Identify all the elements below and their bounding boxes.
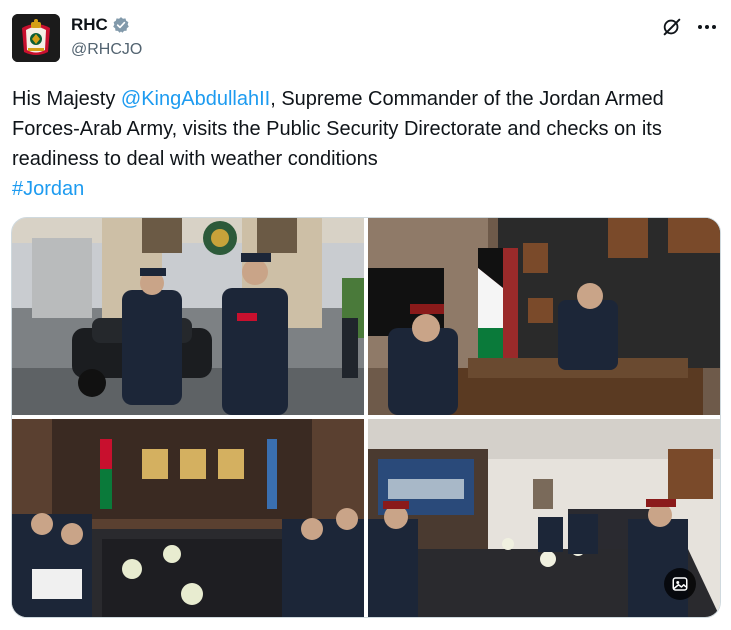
author-handle[interactable]: @RHCJO (71, 41, 142, 59)
image-alt-button[interactable] (664, 568, 696, 600)
display-name[interactable]: RHC (71, 15, 108, 35)
avatar[interactable] (12, 14, 60, 62)
photo-office-meeting[interactable] (368, 218, 720, 415)
royal-coat-of-arms-icon (12, 14, 60, 62)
more-options-icon[interactable] (697, 24, 717, 30)
photo-king-walking-outdoors[interactable] (12, 218, 364, 415)
photo-conference-hall-meeting[interactable] (12, 419, 364, 617)
author-name-row: RHC (71, 15, 130, 35)
media-grid (11, 217, 721, 618)
image-alt-icon (672, 577, 688, 591)
grok-icon[interactable] (661, 16, 683, 38)
tweet-card: RHC @RHCJO His Majesty @KingAbdullahII, … (0, 0, 731, 630)
post-text: His Majesty @KingAbdullahII, Supreme Com… (12, 84, 712, 204)
verified-badge-icon (113, 17, 129, 33)
hashtag-link[interactable]: #Jordan (12, 178, 84, 200)
post-text-intro: His Majesty (12, 88, 121, 110)
mention-link[interactable]: @KingAbdullahII (121, 88, 270, 110)
